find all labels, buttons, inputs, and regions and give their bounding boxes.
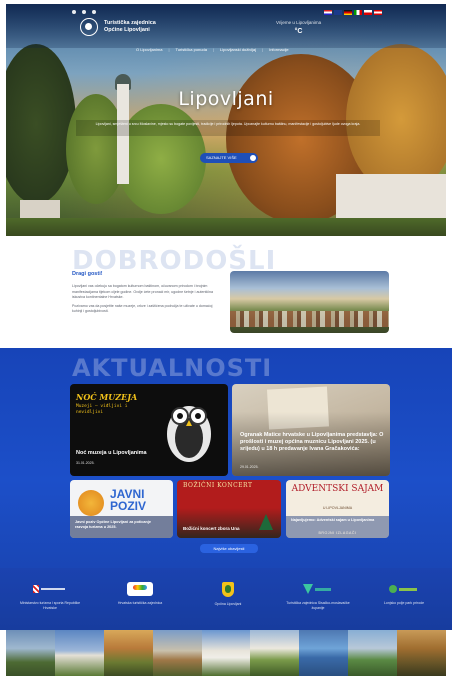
learn-more-button[interactable]: SAZNAJTE VIŠE [200, 153, 258, 163]
learn-more-label: SAZNAJTE VIŠE [206, 155, 237, 160]
partner-logo-htz[interactable]: Hrvatska turistička zajednica [104, 582, 176, 606]
news-card-title: Najavljujemo: Adventski sajam u Lipovlja… [291, 518, 375, 522]
welcome-paragraph: Pozivamo vas da posjetite naše muzeje, c… [72, 303, 213, 314]
social-links [72, 10, 96, 14]
municipality-crest-icon [222, 582, 234, 597]
poster-text: Muzeji – viđljivi i nevidljivi [76, 404, 128, 415]
language-selector [324, 10, 382, 15]
top-bar [6, 4, 446, 48]
logo-emblem-icon [80, 18, 98, 36]
weather-value: °C [294, 28, 303, 35]
language-hr-flag-icon[interactable] [324, 10, 332, 15]
poster-text: BOŽIĆNI KONCERT [183, 482, 253, 489]
gallery-photo[interactable] [152, 630, 202, 676]
youtube-icon[interactable] [92, 10, 96, 14]
partner-logo-ministarstvo[interactable]: Ministarstvo turizma i sporta Republike … [14, 582, 86, 610]
partner-label: Općina Lipovljani [214, 602, 242, 606]
news-card-title: Javni poziv Općine Lipovljani za potican… [75, 520, 151, 529]
htz-logo-icon [127, 582, 153, 596]
welcome-subtitle: Dragi gosti! [72, 271, 103, 277]
language-at-flag-icon[interactable] [374, 10, 382, 15]
news-card-title: Božićni koncert zbora Una [183, 526, 240, 531]
partner-label: Turistička zajednica Sisačko-moslavačke … [286, 601, 350, 610]
logo-text: Turistička zajednica Općine Lipovljani [104, 20, 156, 33]
main-nav: O Lipovljanima | Turistička ponuda | Lip… [136, 47, 289, 52]
nav-separator: | [212, 47, 214, 52]
news-card-date: 31.01.2025. [76, 461, 95, 465]
christmas-tree-icon [259, 514, 273, 530]
partner-label: Ministarstvo turizma i sporta Republike … [19, 601, 81, 610]
partner-logo-opcina[interactable]: Općina Lipovljani [192, 582, 264, 607]
news-card-date: 29.01.2025. [240, 465, 259, 469]
partner-logo-lonjsko-polje[interactable]: Lonjsko polje park prirode [368, 582, 440, 606]
language-de-flag-icon[interactable] [344, 10, 352, 15]
news-card-bozicni-koncert[interactable]: BOŽIĆNI KONCERT Božićni koncert zbora Un… [177, 480, 281, 538]
more-news-button[interactable]: Najviše obavijesti [200, 544, 258, 553]
news-card-adventski-sajam[interactable]: ADVENTSKI SAJAM U LIPOVLJANIMA Najavljuj… [286, 480, 389, 538]
weather-label: Vrijeme u Lipovljanima [276, 20, 322, 25]
nav-item-turisticka-ponuda[interactable]: Turistička ponuda [176, 47, 207, 52]
weather-widget: Vrijeme u Lipovljanima °C [276, 20, 321, 35]
hero-title: Lipovljani [178, 88, 274, 110]
nature-park-logo-icon [389, 582, 419, 596]
arrow-right-icon [250, 155, 256, 161]
tree-decoration [346, 44, 446, 194]
poster-subtitle: U LIPOVLJANIMA [322, 506, 353, 510]
nav-item-o-lipovljanima[interactable]: O Lipovljanima [136, 47, 162, 52]
news-title: AKTUALNOSTI [72, 354, 273, 382]
gallery-photo[interactable] [54, 630, 104, 676]
gallery-photo[interactable] [250, 630, 300, 676]
poster-text: JAVNI POZIV [110, 487, 147, 513]
news-card-javni-poziv[interactable]: JAVNI POZIV Javni poziv Općine Lipovljan… [70, 480, 173, 538]
gallery-photo[interactable] [299, 630, 349, 676]
poster-title: NOĆ MUZEJA [76, 392, 138, 402]
nav-separator: | [262, 47, 264, 52]
gallery-photo[interactable] [6, 630, 55, 676]
partner-label: Hrvatska turistička zajednica [117, 601, 163, 605]
news-card-title: Ogranak Matice hrvatske u Lipovljanima p… [240, 432, 384, 452]
ministry-logo-icon [33, 582, 67, 596]
gallery-photo[interactable] [348, 630, 398, 676]
page: { "header": { "logo_text": "Turistička z… [0, 0, 452, 680]
facebook-icon[interactable] [72, 10, 76, 14]
welcome-paragraph: Lipovljani vas očekuju sa bogatom kultur… [72, 284, 214, 300]
aerial-town-photo [230, 271, 389, 333]
lightbulb-icon [78, 490, 104, 516]
partner-label: Lonjsko polje park prirode [383, 601, 425, 605]
news-card-title: Noć muzeja u Lipovljanima [76, 450, 147, 456]
gallery-photo[interactable] [397, 630, 447, 676]
news-card-matica-hrvatska[interactable]: Ogranak Matice hrvatske u Lipovljanima p… [232, 384, 390, 476]
tz-county-logo-icon [303, 582, 333, 596]
nav-item-informacije[interactable]: Informacije [269, 47, 289, 52]
ground-decoration [6, 218, 446, 236]
news-card-noc-muzeja[interactable]: NOĆ MUZEJA Muzeji – viđljivi i nevidljiv… [70, 384, 228, 476]
gallery-photo[interactable] [103, 630, 153, 676]
poster-footer: BROJNI IZLAGAČI [318, 531, 357, 535]
welcome-text: Lipovljani vas očekuju sa bogatom kultur… [72, 284, 222, 318]
photo-gallery-strip [6, 630, 447, 676]
nav-item-lipovljanski-dozivljaj[interactable]: Lipovljanski doživljaj [220, 47, 256, 52]
partner-logo-tz-smz[interactable]: Turistička zajednica Sisačko-moslavačke … [282, 582, 354, 610]
nav-separator: | [168, 47, 170, 52]
poster-text: ADVENTSKI SAJAM [291, 484, 384, 494]
language-it-flag-icon[interactable] [354, 10, 362, 15]
hero-description: Lipovljani, smješteni u srcu Moslavine, … [76, 120, 380, 136]
building-decoration [336, 174, 446, 224]
instagram-icon[interactable] [82, 10, 86, 14]
gallery-photo[interactable] [201, 630, 251, 676]
language-pl-flag-icon[interactable] [364, 10, 372, 15]
site-logo[interactable]: Turistička zajednica Općine Lipovljani [80, 18, 174, 36]
language-en-flag-icon[interactable] [334, 10, 342, 15]
